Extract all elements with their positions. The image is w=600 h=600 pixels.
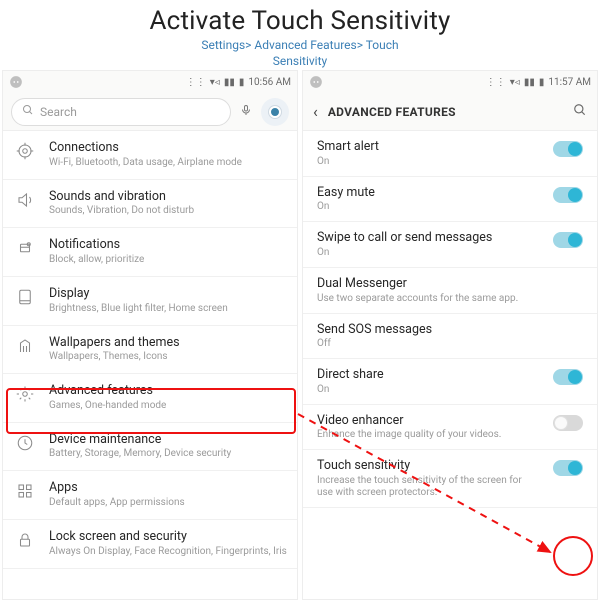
notifications-icon (13, 237, 37, 257)
bluetooth-icon: ⋮⋮ (186, 77, 206, 88)
search-row: Search (3, 93, 297, 131)
phone-advanced-features: ⋮⋮ ▾◃ ▮▮ ▮ 11:57 AM ‹ ADVANCED FEATURES … (302, 70, 598, 600)
item-title: Apps (49, 480, 287, 496)
item-subtitle: Wallpapers, Themes, Icons (49, 351, 287, 363)
item-title: Video enhancer (317, 413, 537, 429)
settings-item-apps[interactable]: AppsDefault apps, App permissions (3, 471, 297, 520)
page-title: Activate Touch Sensitivity (0, 0, 600, 36)
item-title: Device maintenance (49, 432, 287, 448)
feature-item[interactable]: Send SOS messagesOff (303, 314, 597, 360)
toggle-switch[interactable] (553, 369, 583, 385)
battery-icon: ▮ (539, 77, 545, 88)
item-title: Notifications (49, 237, 287, 253)
feature-item[interactable]: Easy muteOn (303, 177, 597, 223)
advanced-icon (13, 383, 37, 403)
item-subtitle: Sounds, Vibration, Do not disturb (49, 205, 287, 217)
settings-item-lock[interactable]: Lock screen and securityAlways On Displa… (3, 520, 297, 569)
item-title: Direct share (317, 367, 537, 383)
wallpaper-icon (13, 335, 37, 355)
item-title: Display (49, 286, 287, 302)
toggle-switch[interactable] (553, 187, 583, 203)
item-subtitle: Wi-Fi, Bluetooth, Data usage, Airplane m… (49, 157, 287, 169)
item-subtitle: Default apps, App permissions (49, 497, 287, 509)
item-subtitle: On (317, 384, 537, 396)
status-bar: ⋮⋮ ▾◃ ▮▮ ▮ 10:56 AM (3, 71, 297, 93)
status-time: 10:56 AM (248, 77, 291, 88)
toggle-switch[interactable] (553, 460, 583, 476)
settings-item-display[interactable]: DisplayBrightness, Blue light filter, Ho… (3, 277, 297, 326)
item-title: Swipe to call or send messages (317, 230, 537, 246)
settings-item-notifications[interactable]: NotificationsBlock, allow, prioritize (3, 228, 297, 277)
item-title: Sounds and vibration (49, 189, 287, 205)
header-row: ‹ ADVANCED FEATURES (303, 93, 597, 131)
signal-icon: ▮▮ (524, 77, 535, 88)
item-title: Smart alert (317, 139, 537, 155)
feature-item[interactable]: Video enhancerEnhance the image quality … (303, 405, 597, 451)
breadcrumb: Settings> Advanced Features> Touch Sensi… (0, 38, 600, 69)
search-icon[interactable] (573, 103, 587, 120)
reddit-icon (309, 75, 323, 89)
wifi-icon: ▾◃ (510, 77, 520, 88)
phone-settings: ⋮⋮ ▾◃ ▮▮ ▮ 10:56 AM Search (2, 70, 298, 600)
item-subtitle: Always On Display, Face Recognition, Fin… (49, 546, 287, 558)
avatar[interactable] (261, 98, 289, 126)
wifi-icon: ▾◃ (210, 77, 220, 88)
item-subtitle: Use two separate accounts for the same a… (317, 293, 583, 305)
display-icon (13, 286, 37, 306)
feature-item[interactable]: Smart alertOn (303, 131, 597, 177)
mic-icon[interactable] (239, 103, 253, 120)
item-title: Lock screen and security (49, 529, 287, 545)
item-title: Advanced features (49, 383, 287, 399)
item-title: Dual Messenger (317, 276, 583, 292)
settings-item-wallpaper[interactable]: Wallpapers and themesWallpapers, Themes,… (3, 326, 297, 375)
status-time: 11:57 AM (548, 77, 591, 88)
toggle-switch[interactable] (553, 415, 583, 431)
item-title: Easy mute (317, 185, 537, 201)
settings-item-advanced[interactable]: Advanced featuresGames, One-handed mode (3, 374, 297, 423)
item-subtitle: On (317, 201, 537, 213)
search-input[interactable]: Search (11, 98, 231, 126)
item-subtitle: Block, allow, prioritize (49, 254, 287, 266)
item-subtitle: Enhance the image quality of your videos… (317, 429, 537, 441)
lock-icon (13, 529, 37, 549)
search-placeholder: Search (40, 105, 77, 119)
feature-item[interactable]: Touch sensitivityIncrease the touch sens… (303, 450, 597, 508)
reddit-icon (9, 75, 23, 89)
battery-icon: ▮ (239, 77, 245, 88)
item-title: Send SOS messages (317, 322, 583, 338)
toggle-switch[interactable] (553, 141, 583, 157)
toggle-switch[interactable] (553, 232, 583, 248)
maintenance-icon (13, 432, 37, 452)
sound-icon (13, 189, 37, 209)
signal-icon: ▮▮ (224, 77, 235, 88)
item-title: Touch sensitivity (317, 458, 537, 474)
feature-item[interactable]: Dual MessengerUse two separate accounts … (303, 268, 597, 314)
header-title: ADVANCED FEATURES (328, 105, 563, 119)
apps-icon (13, 480, 37, 500)
item-subtitle: On (317, 156, 537, 168)
item-subtitle: Games, One-handed mode (49, 400, 287, 412)
settings-item-connections[interactable]: ConnectionsWi-Fi, Bluetooth, Data usage,… (3, 131, 297, 180)
item-subtitle: Brightness, Blue light filter, Home scre… (49, 303, 287, 315)
item-subtitle: Increase the touch sensitivity of the sc… (317, 475, 537, 499)
feature-item[interactable]: Direct shareOn (303, 359, 597, 405)
settings-item-maintenance[interactable]: Device maintenanceBattery, Storage, Memo… (3, 423, 297, 472)
settings-item-sound[interactable]: Sounds and vibrationSounds, Vibration, D… (3, 180, 297, 229)
feature-item[interactable]: Swipe to call or send messagesOn (303, 222, 597, 268)
connections-icon (13, 140, 37, 160)
back-icon[interactable]: ‹ (313, 102, 318, 121)
item-subtitle: Battery, Storage, Memory, Device securit… (49, 448, 287, 460)
item-subtitle: On (317, 247, 537, 259)
item-title: Wallpapers and themes (49, 335, 287, 351)
status-bar: ⋮⋮ ▾◃ ▮▮ ▮ 11:57 AM (303, 71, 597, 93)
item-title: Connections (49, 140, 287, 156)
search-icon (22, 104, 34, 119)
bluetooth-icon: ⋮⋮ (486, 77, 506, 88)
item-subtitle: Off (317, 338, 583, 350)
